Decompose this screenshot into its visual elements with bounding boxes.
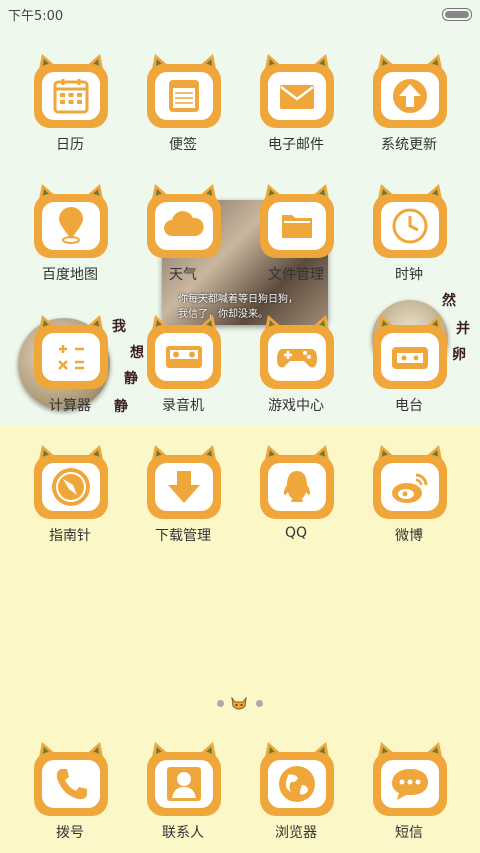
app-icon-frame [373, 184, 447, 258]
globe-icon [268, 760, 326, 808]
update-icon [381, 72, 439, 120]
app-compass[interactable]: 指南针 [20, 443, 120, 555]
calculator-icon [42, 333, 100, 381]
app-label: 计算器 [49, 398, 91, 414]
page-dot[interactable] [217, 700, 224, 707]
handwriting-char: 想 [130, 345, 144, 361]
app-icon-frame [260, 54, 334, 128]
app-download[interactable]: 下载管理 [133, 443, 233, 555]
app-icon-frame [373, 445, 447, 519]
current-page-fox-icon [230, 696, 248, 710]
app-map-pin[interactable]: 百度地图 [20, 182, 120, 294]
dock-app-globe[interactable]: 浏览器 [246, 740, 346, 852]
tape-icon [155, 333, 213, 381]
handwriting-char: 卵 [452, 347, 466, 363]
app-icon-frame [34, 742, 108, 816]
app-label: 天气 [169, 267, 197, 283]
app-label: 日历 [56, 137, 84, 153]
page-dot[interactable] [256, 700, 263, 707]
app-label: 下载管理 [155, 528, 211, 544]
app-label: 文件管理 [268, 267, 324, 283]
handwriting-char: 并 [456, 321, 470, 337]
app-icon-frame [147, 184, 221, 258]
app-label: 系统更新 [381, 137, 437, 153]
download-icon [155, 463, 213, 511]
app-icon-frame [34, 315, 108, 389]
app-radio[interactable]: 电台 [359, 313, 459, 425]
handwriting-char: 静 [114, 399, 128, 415]
status-time: 下午5:00 [8, 9, 64, 24]
battery-icon [442, 8, 472, 21]
app-label: 联系人 [162, 825, 204, 841]
app-icon-frame [147, 54, 221, 128]
app-weibo[interactable]: 微博 [359, 443, 459, 555]
app-icon-frame [34, 54, 108, 128]
app-label: 电子邮件 [268, 137, 324, 153]
app-calculator[interactable]: 计算器 [20, 313, 120, 425]
app-icon-frame [34, 184, 108, 258]
cloud-icon [155, 202, 213, 250]
app-label: 浏览器 [275, 825, 317, 841]
app-label: 电台 [395, 398, 423, 414]
app-cloud[interactable]: 天气 [133, 182, 233, 294]
app-icon-frame [147, 315, 221, 389]
app-icon-frame [260, 184, 334, 258]
handwriting-char: 静 [124, 371, 138, 387]
handwriting-char: 我 [112, 319, 126, 335]
weibo-icon [381, 463, 439, 511]
app-label: 短信 [395, 825, 423, 841]
app-label: 指南针 [49, 528, 91, 544]
app-label: 便签 [169, 137, 197, 153]
app-mail[interactable]: 电子邮件 [246, 52, 346, 164]
app-icon-frame [260, 315, 334, 389]
app-label: 录音机 [162, 398, 204, 414]
app-label: 游戏中心 [268, 398, 324, 414]
app-label: QQ [284, 525, 308, 541]
app-gamepad[interactable]: 游戏中心 [246, 313, 346, 425]
gamepad-icon [268, 333, 326, 381]
app-folder[interactable]: 文件管理 [246, 182, 346, 294]
calendar-icon [42, 72, 100, 120]
app-icon-frame [147, 742, 221, 816]
mail-icon [268, 72, 326, 120]
app-label: 拨号 [56, 825, 84, 841]
app-clock[interactable]: 时钟 [359, 182, 459, 294]
meme-caption-line1: 你每天都喊着等日狗日狗， [178, 294, 298, 305]
app-icon-frame [373, 315, 447, 389]
app-icon-frame [373, 54, 447, 128]
handwriting-char: 然 [442, 293, 456, 309]
app-notes[interactable]: 便签 [133, 52, 233, 164]
dock-app-phone[interactable]: 拨号 [20, 740, 120, 852]
app-label: 时钟 [395, 267, 423, 283]
status-bar: 下午5:00 [0, 0, 480, 28]
clock-icon [381, 202, 439, 250]
contacts-icon [155, 760, 213, 808]
page-indicator[interactable] [0, 696, 480, 712]
app-qq-penguin[interactable]: QQ [246, 443, 346, 555]
radio-icon [381, 333, 439, 381]
app-label: 微博 [395, 528, 423, 544]
folder-icon [268, 202, 326, 250]
app-icon-frame [260, 445, 334, 519]
app-update[interactable]: 系统更新 [359, 52, 459, 164]
dock-app-message[interactable]: 短信 [359, 740, 459, 852]
app-icon-frame [147, 445, 221, 519]
compass-icon [42, 463, 100, 511]
app-tape[interactable]: 录音机 [133, 313, 233, 425]
qq-penguin-icon [268, 463, 326, 511]
app-calendar[interactable]: 日历 [20, 52, 120, 164]
dock-app-contacts[interactable]: 联系人 [133, 740, 233, 852]
app-icon-frame [34, 445, 108, 519]
notes-icon [155, 72, 213, 120]
map-pin-icon [42, 202, 100, 250]
message-icon [381, 760, 439, 808]
app-label: 百度地图 [42, 267, 98, 283]
app-icon-frame [373, 742, 447, 816]
phone-icon [42, 760, 100, 808]
app-icon-frame [260, 742, 334, 816]
